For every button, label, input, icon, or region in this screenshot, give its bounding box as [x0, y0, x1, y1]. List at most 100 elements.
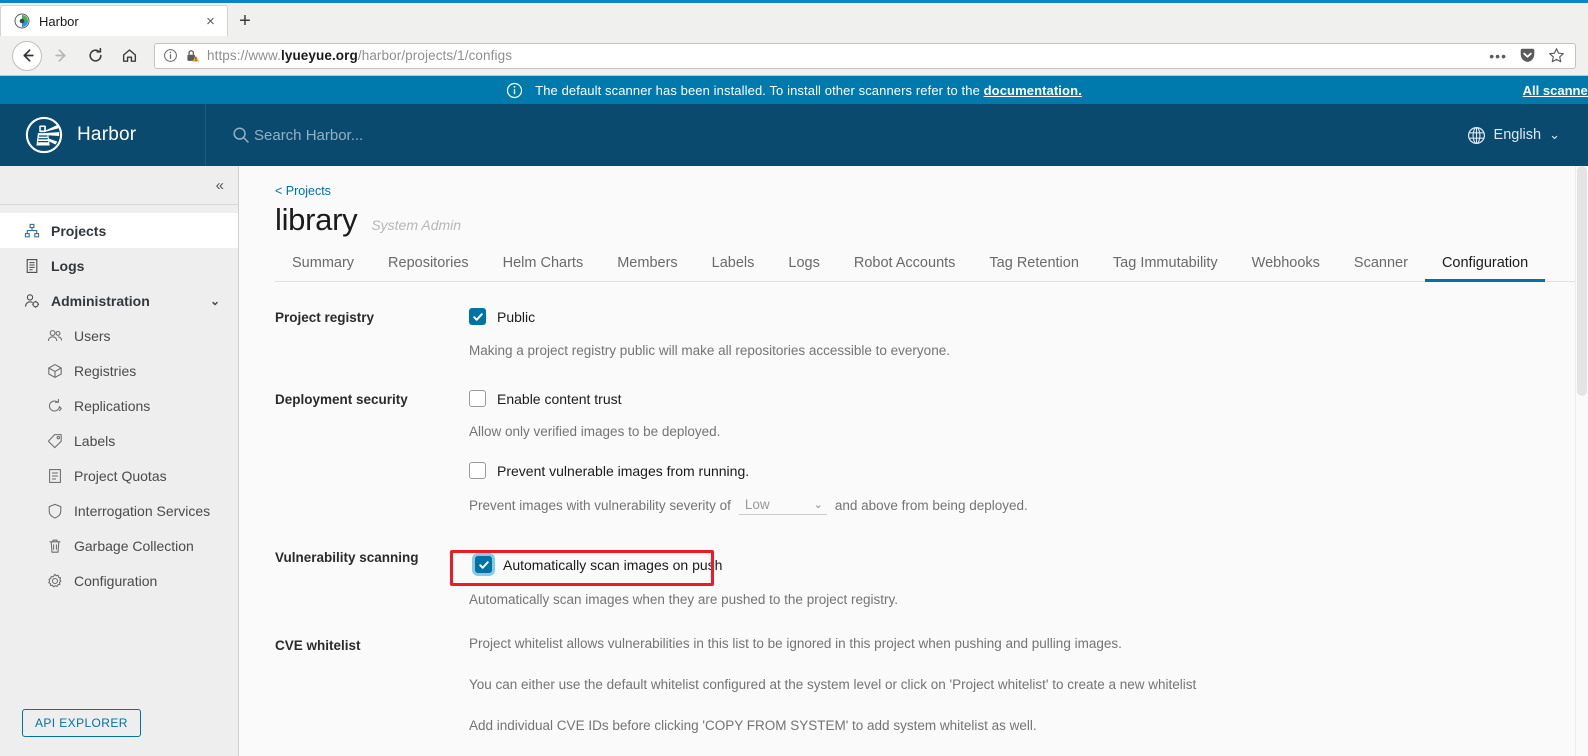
browser-tab-title: Harbor [39, 13, 79, 29]
project-quotas-icon [46, 467, 63, 484]
cve-whitelist-body: Project whitelist allows vulnerabilities… [469, 636, 1568, 733]
sidebar-item-project-quotas[interactable]: Project Quotas [0, 458, 238, 493]
sidebar-item-administration[interactable]: Administration ⌄ [0, 283, 238, 318]
sidebar-item-users[interactable]: Users [0, 318, 238, 353]
auto-scan-checkbox-row[interactable]: Automatically scan images on push [469, 548, 732, 581]
info-circle-icon[interactable] [163, 48, 178, 63]
tab-summary[interactable]: Summary [275, 248, 371, 282]
chevron-down-icon: ⌄ [813, 499, 823, 511]
garbage-collection-icon [46, 537, 63, 554]
search-icon [232, 126, 250, 144]
main-scrollbar[interactable] [1575, 166, 1588, 756]
sidebar-item-label: Replications [74, 397, 151, 414]
severity-prefix-text: Prevent images with vulnerability severi… [469, 497, 731, 513]
content-trust-checkbox-row[interactable]: Enable content trust [469, 390, 1568, 407]
cve-whitelist-line3: Add individual CVE IDs before clicking '… [469, 718, 1037, 733]
pocket-icon[interactable] [1519, 47, 1536, 64]
project-registry-help: Making a project registry public will ma… [469, 343, 950, 358]
api-explorer-button[interactable]: API EXPLORER [22, 709, 141, 737]
sidebar-nav-list: Projects Logs Administration ⌄ Users Reg… [0, 205, 238, 598]
content-trust-checkbox[interactable] [469, 390, 486, 407]
home-icon[interactable] [114, 41, 144, 71]
star-icon[interactable] [1548, 47, 1565, 64]
breadcrumb[interactable]: < Projects [275, 184, 1588, 198]
tab-robot-accounts[interactable]: Robot Accounts [837, 248, 973, 282]
sidebar-item-label: Logs [51, 257, 85, 274]
sidebar-item-label: Administration [51, 292, 150, 309]
close-icon[interactable]: × [202, 13, 219, 30]
sidebar-item-label: Projects [51, 222, 107, 239]
back-icon[interactable] [12, 40, 42, 71]
lock-warning-icon[interactable] [185, 48, 200, 64]
tab-webhooks[interactable]: Webhooks [1235, 248, 1337, 282]
deployment-security-label: Deployment security [275, 392, 408, 407]
banner-message-text: The default scanner has been installed. … [535, 82, 984, 98]
auto-scan-checkbox[interactable] [475, 556, 492, 573]
registries-icon [46, 362, 63, 379]
project-registry-body: Public Making a project registry public … [469, 308, 1568, 358]
main-scrollbar-thumb[interactable] [1577, 166, 1587, 396]
tab-scanner[interactable]: Scanner [1337, 248, 1425, 282]
language-selector[interactable]: English ⌄ [1467, 126, 1588, 145]
address-bar[interactable]: https://www.lyueyue.org/harbor/projects/… [154, 42, 1576, 69]
severity-suffix-text: and above from being deployed. [834, 497, 1028, 513]
sidebar-item-garbage-collection[interactable]: Garbage Collection [0, 528, 238, 563]
tab-helm-charts[interactable]: Helm Charts [486, 248, 601, 282]
new-tab-button[interactable]: + [228, 6, 262, 36]
sidebar-item-interrogation-services[interactable]: Interrogation Services [0, 493, 238, 528]
cve-whitelist-line2: You can either use the default whitelist… [469, 677, 1197, 692]
tab-configuration[interactable]: Configuration [1424, 248, 1546, 282]
reload-icon[interactable] [80, 41, 110, 71]
tab-tag-immutability[interactable]: Tag Immutability [1096, 248, 1235, 282]
cve-whitelist-line1: Project whitelist allows vulnerabilities… [469, 636, 1122, 651]
logs-icon [23, 257, 40, 274]
public-checkbox[interactable] [469, 308, 486, 325]
content-trust-label: Enable content trust [497, 390, 622, 407]
address-bar-actions: ••• [1489, 47, 1567, 64]
sidebar-item-configuration[interactable]: Configuration [0, 563, 238, 598]
tab-members[interactable]: Members [600, 248, 694, 282]
prevent-vulnerable-checkbox[interactable] [469, 462, 486, 479]
harbor-brand[interactable]: Harbor [0, 116, 205, 154]
cve-whitelist-row: CVE whitelist Project whitelist allows v… [275, 636, 1568, 733]
project-registry-row: Project registry Public Making a project… [275, 308, 1568, 358]
sidebar-item-logs[interactable]: Logs [0, 248, 238, 283]
all-scanners-link[interactable]: All scanners [1523, 76, 1588, 104]
project-title-row: library System Admin [275, 202, 1588, 238]
project-registry-label: Project registry [275, 310, 375, 325]
sidebar-item-replications[interactable]: Replications [0, 388, 238, 423]
deployment-security-row: Deployment security Enable content trust… [275, 390, 1568, 515]
chevron-down-icon: ⌄ [1549, 127, 1560, 142]
banner-content: The default scanner has been installed. … [506, 82, 1082, 99]
configuration-icon [46, 572, 63, 589]
all-scanners-label: All scanners [1522, 82, 1588, 98]
scanner-notification-banner: The default scanner has been installed. … [0, 76, 1588, 104]
sidebar-item-label: Configuration [74, 572, 158, 589]
sidebar-collapse-button[interactable]: « [0, 166, 238, 205]
sidebar: « Projects Logs Administration ⌄ Users R… [0, 166, 239, 756]
sidebar-item-registries[interactable]: Registries [0, 353, 238, 388]
search-harbor-input[interactable]: Search Harbor... [206, 126, 363, 144]
harbor-favicon-icon [13, 13, 30, 30]
sidebar-footer: API EXPLORER [0, 709, 238, 756]
sidebar-item-labels[interactable]: Labels [0, 423, 238, 458]
public-checkbox-row[interactable]: Public [469, 308, 1568, 325]
tab-repositories[interactable]: Repositories [371, 248, 486, 282]
tab-tag-retention[interactable]: Tag Retention [972, 248, 1095, 282]
severity-select[interactable]: Low ⌄ [738, 495, 827, 515]
tab-labels[interactable]: Labels [695, 248, 772, 282]
documentation-link[interactable]: documentation. [984, 83, 1082, 98]
browser-tab[interactable]: Harbor × [0, 5, 228, 36]
severity-select-value: Low [744, 497, 770, 512]
vulnerability-scanning-help: Automatically scan images when they are … [469, 592, 898, 607]
cve-whitelist-label: CVE whitelist [275, 638, 361, 653]
tab-logs[interactable]: Logs [771, 248, 836, 282]
content-trust-help: Allow only verified images to be deploye… [469, 424, 721, 439]
sidebar-item-projects[interactable]: Projects [0, 213, 238, 248]
browser-tabstrip: Harbor × + [0, 3, 1588, 36]
vulnerability-scanning-row: Vulnerability scanning Automatically sca… [275, 548, 1568, 607]
page-actions-icon[interactable]: ••• [1489, 48, 1507, 64]
globe-icon [1467, 126, 1486, 145]
language-label: English [1493, 127, 1542, 143]
prevent-vulnerable-checkbox-row[interactable]: Prevent vulnerable images from running. [469, 462, 1568, 479]
